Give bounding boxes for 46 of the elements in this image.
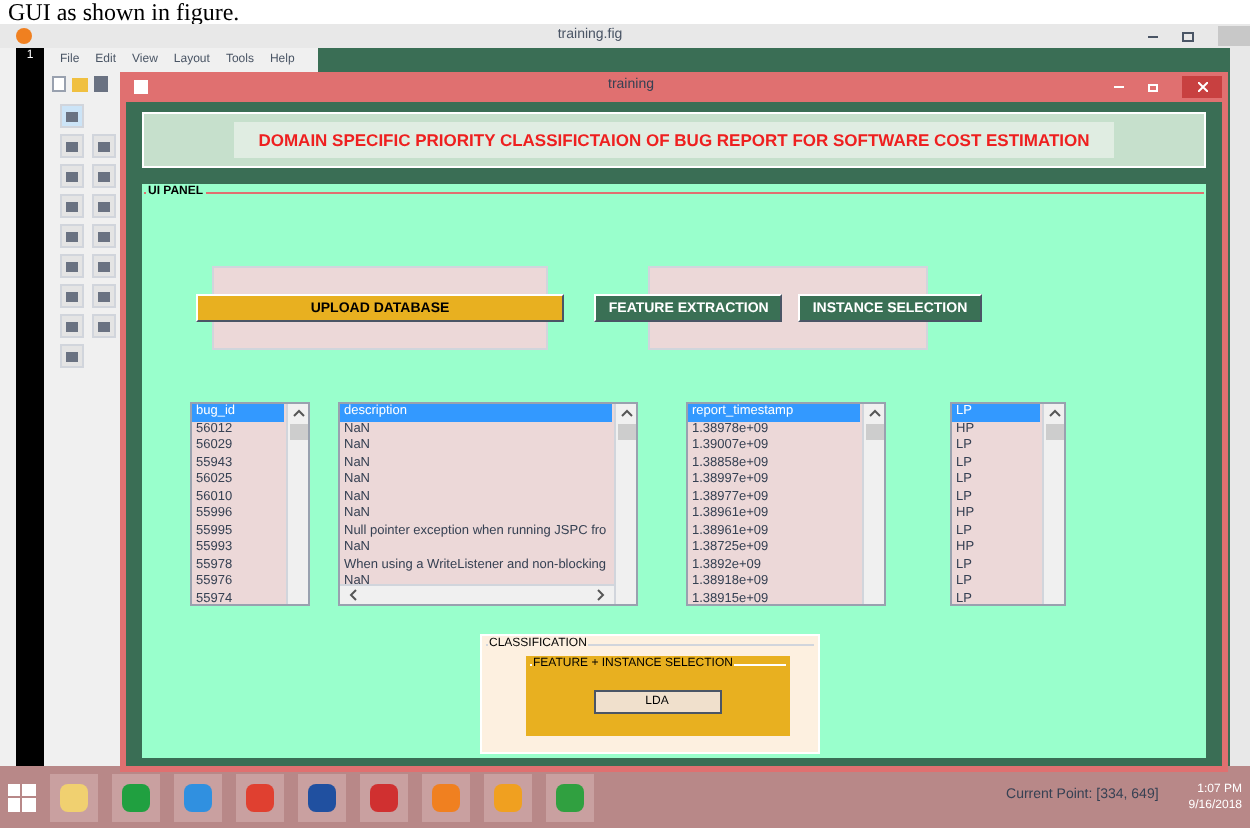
scroll-thumb[interactable] [865, 424, 883, 440]
palette-tool-icon[interactable] [91, 164, 115, 188]
scroll-thumb[interactable] [1045, 424, 1063, 440]
taskbar-app-icon[interactable] [298, 773, 346, 821]
windows-start-icon[interactable] [8, 783, 36, 811]
scroll-thumb[interactable] [617, 424, 635, 440]
scroll-up-icon[interactable] [1047, 408, 1061, 420]
palette-tool-icon[interactable] [60, 104, 84, 128]
new-file-icon[interactable] [52, 76, 66, 92]
palette-tool-icon[interactable] [60, 194, 84, 218]
taskbar-app-icon[interactable] [50, 773, 98, 821]
palette-tool-icon[interactable] [91, 194, 115, 218]
taskbar-app-icon[interactable] [360, 773, 408, 821]
palette-tool-icon[interactable] [60, 224, 84, 248]
palette-tool-icon[interactable] [91, 134, 115, 158]
maximize-icon[interactable] [1182, 31, 1194, 41]
palette-tool-icon[interactable] [60, 314, 84, 338]
palette-tool-icon[interactable] [91, 224, 115, 248]
caption: GUI as shown in figure. [6, 0, 242, 24]
palette-tool-icon[interactable] [60, 164, 84, 188]
taskbar-app-icon[interactable] [236, 773, 284, 821]
palette-tool-icon[interactable] [60, 254, 84, 278]
vertical-scrollbar[interactable] [862, 404, 884, 604]
scroll-right-icon[interactable] [596, 588, 606, 602]
scroll-left-icon[interactable] [348, 588, 358, 602]
vertical-scrollbar[interactable] [1230, 48, 1250, 766]
horizontal-scrollbar[interactable] [340, 584, 614, 604]
figure-icon [134, 80, 148, 94]
palette-tool-icon[interactable] [91, 314, 115, 338]
scroll-thumb[interactable] [289, 424, 307, 440]
vertical-scrollbar[interactable] [286, 404, 308, 604]
heading-text: DOMAIN SPECIFIC PRIORITY CLASSIFICTAION OF BUG REPORT FOR SOFTWARE COST ESTIMATION [234, 121, 1114, 159]
palette-tool-icon[interactable] [60, 344, 84, 368]
scroll-up-icon[interactable] [619, 408, 633, 420]
vertical-scrollbar[interactable] [1042, 404, 1064, 604]
app-icon [16, 28, 32, 44]
minimize-icon[interactable] [1148, 35, 1158, 37]
palette-tool-icon[interactable] [60, 134, 84, 158]
vertical-scrollbar[interactable] [614, 404, 636, 604]
close-icon[interactable] [1197, 82, 1207, 92]
palette-tool-icon[interactable] [91, 284, 115, 308]
close-button[interactable] [1182, 76, 1222, 98]
palette-tool-icon[interactable] [60, 284, 84, 308]
scroll-up-icon[interactable] [867, 408, 881, 420]
palette-tool-icon[interactable] [91, 254, 115, 278]
scroll-up-icon[interactable] [291, 408, 305, 420]
